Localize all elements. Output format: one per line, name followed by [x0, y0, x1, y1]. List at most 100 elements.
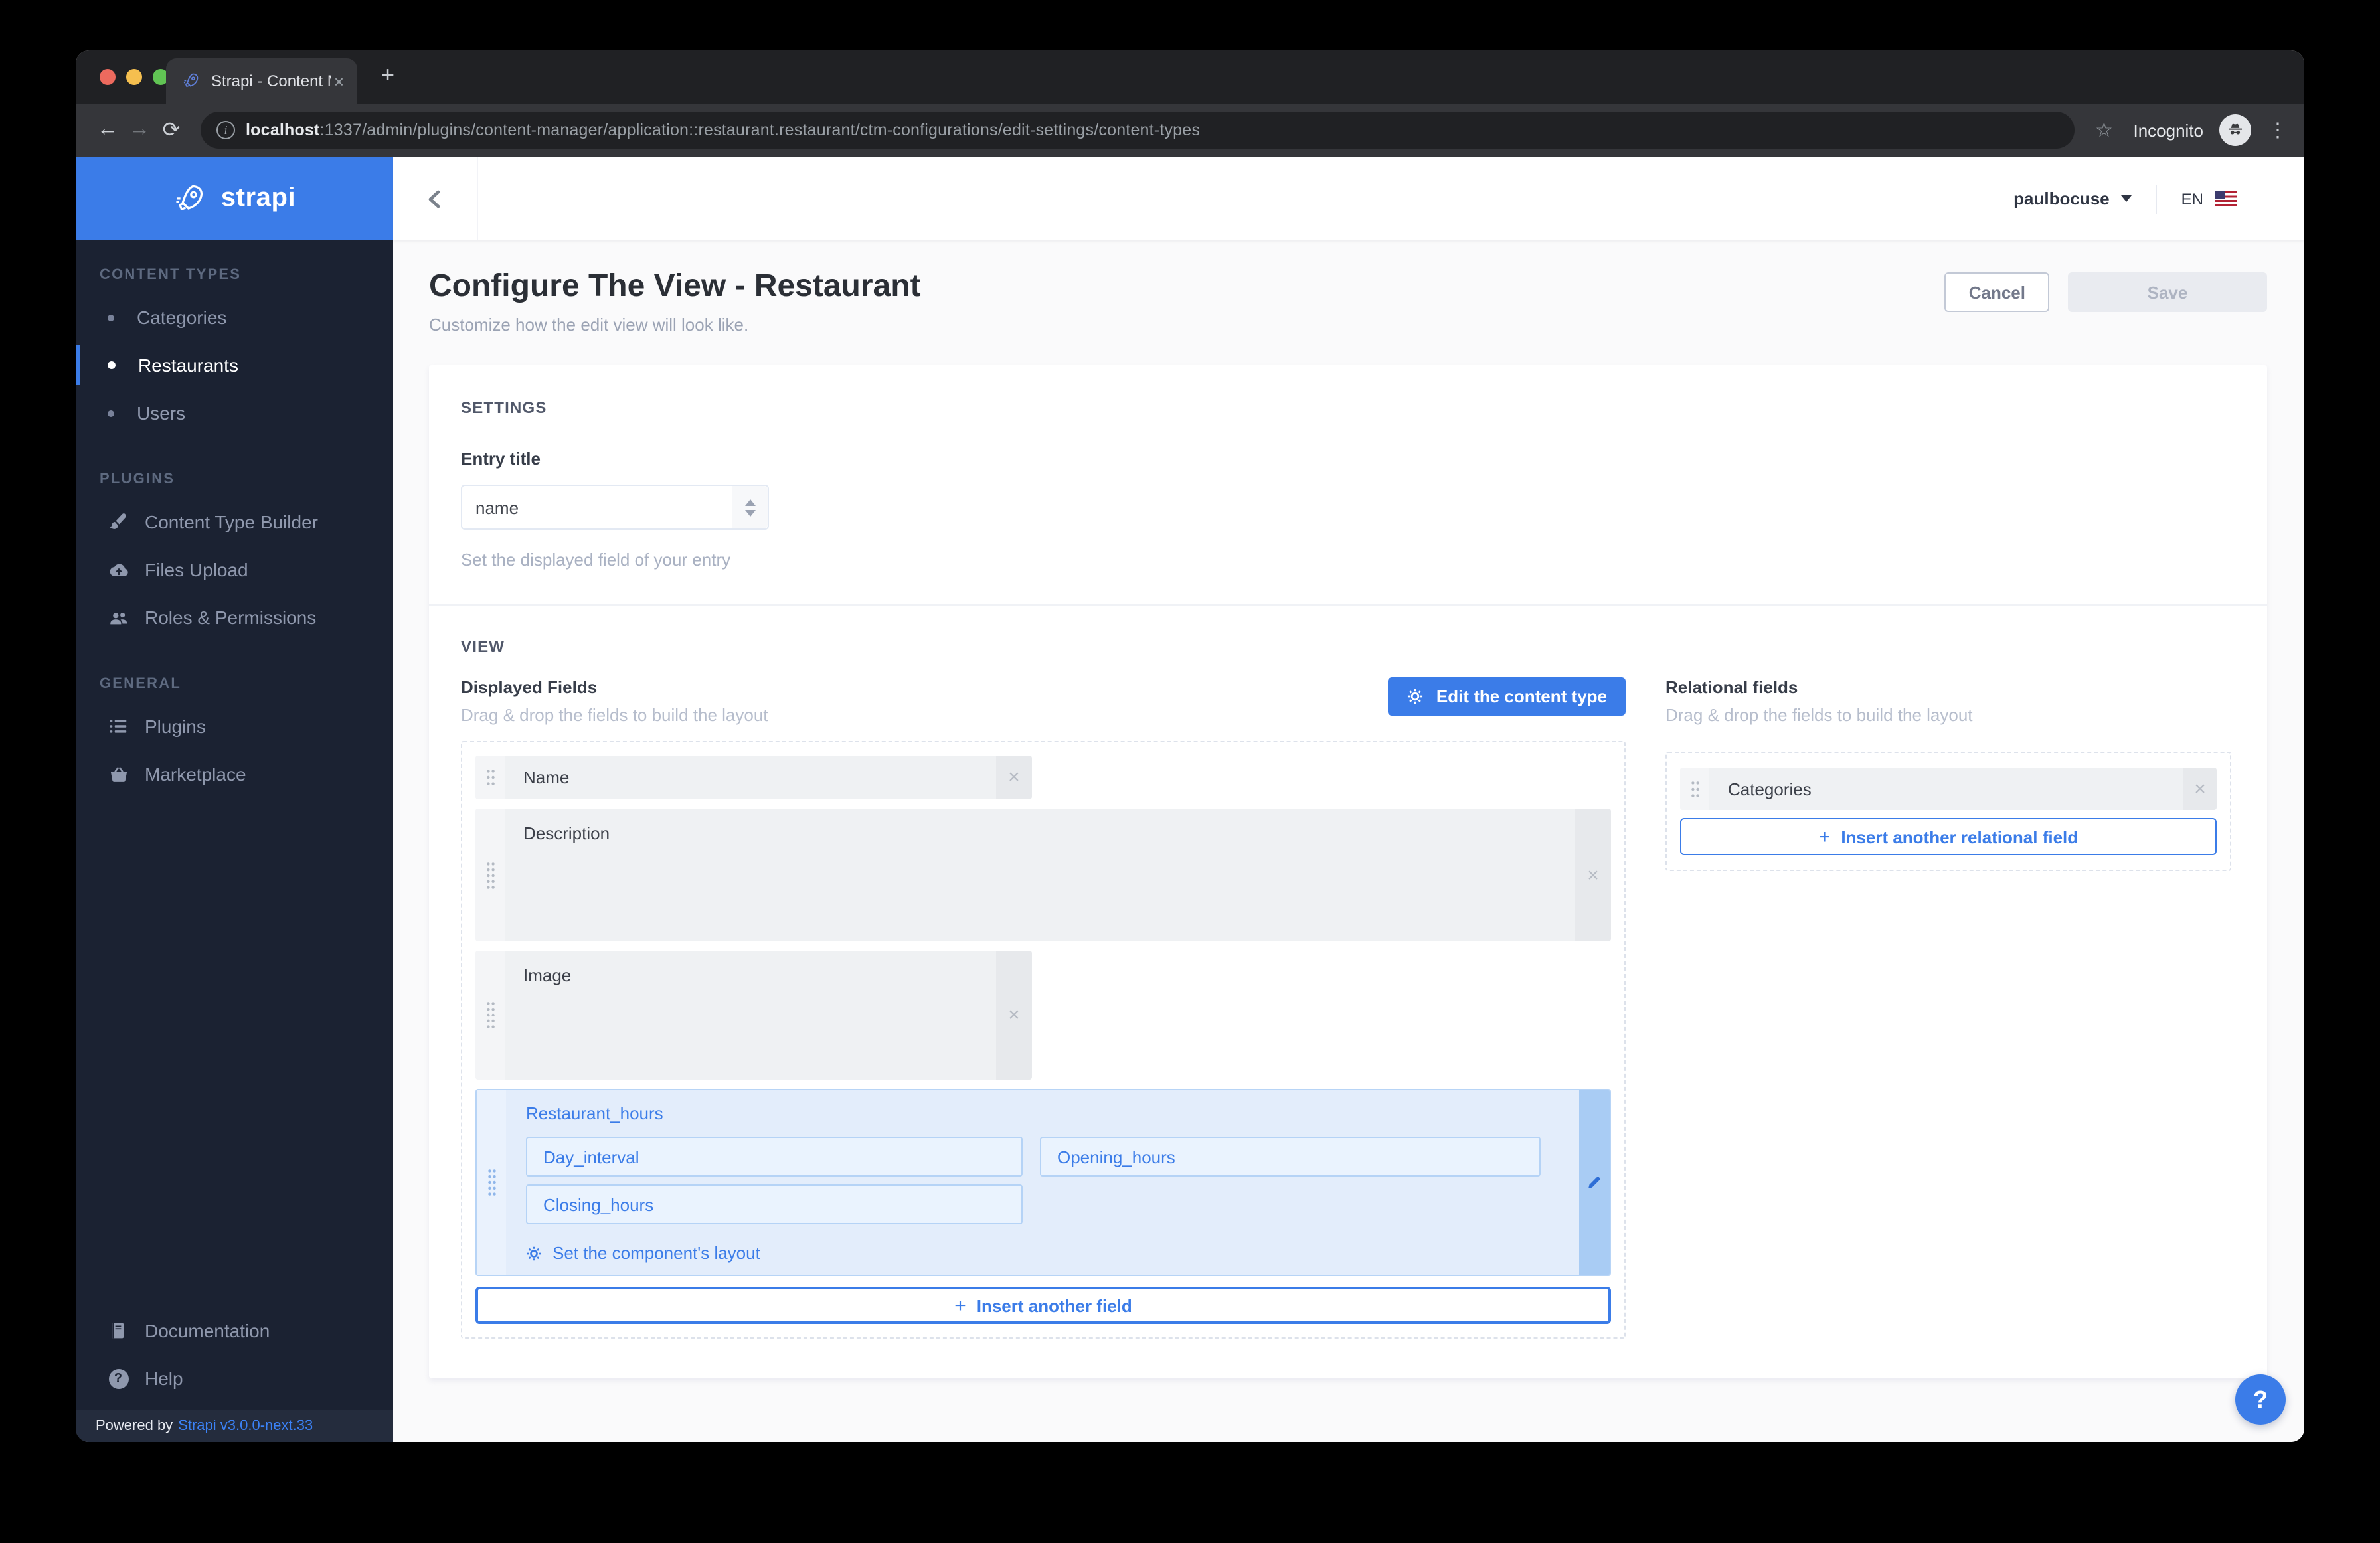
users-icon — [108, 608, 129, 627]
displayed-fields-title: Displayed Fields — [461, 677, 768, 697]
displayed-fields-dropzone: Name × Description — [461, 741, 1626, 1339]
section-content-types: CONTENT TYPES Categories Restaurants Use… — [76, 267, 393, 437]
sidebar-nav: CONTENT TYPES Categories Restaurants Use… — [76, 240, 393, 1307]
component-restaurant-hours[interactable]: Restaurant_hours Day_interval Opening_ho… — [475, 1089, 1611, 1276]
sidebar-item-categories[interactable]: Categories — [76, 293, 393, 341]
drag-handle-icon[interactable] — [475, 951, 505, 1080]
browser-window: Strapi - Content Manager × + ← → ⟳ i loc… — [76, 50, 2304, 1442]
sidebar-item-roles-permissions[interactable]: Roles & Permissions — [76, 594, 393, 641]
username[interactable]: paulbocuse — [2013, 189, 2110, 208]
page-info-icon[interactable]: i — [216, 121, 235, 139]
edit-content-type-button[interactable]: Edit the content type — [1389, 677, 1626, 716]
cancel-button[interactable]: Cancel — [1945, 272, 2049, 312]
incognito-icon — [2219, 114, 2251, 146]
field-row-categories[interactable]: Categories × — [1680, 768, 2217, 810]
minimize-window-button[interactable] — [126, 69, 142, 85]
drag-handle-icon[interactable] — [475, 756, 505, 799]
sidebar-item-label: Categories — [137, 307, 226, 328]
section-general: GENERAL Plugins — [76, 676, 393, 798]
list-icon — [108, 717, 129, 736]
question-circle-icon: ? — [108, 1368, 129, 1388]
rocket-icon — [173, 181, 208, 216]
settings-card: SETTINGS Entry title name Set the displa… — [429, 365, 2267, 1378]
browser-menu-icon[interactable]: ⋮ — [2267, 118, 2288, 142]
strapi-logo[interactable]: strapi — [76, 157, 393, 240]
component-title: Restaurant_hours — [526, 1103, 1561, 1123]
sidebar-item-users[interactable]: Users — [76, 389, 393, 437]
remove-field-icon[interactable]: × — [996, 756, 1032, 799]
displayed-fields-column: Displayed Fields Drag & drop the fields … — [461, 677, 1626, 1339]
settings-heading: SETTINGS — [461, 398, 2235, 417]
tab-close-icon[interactable]: × — [331, 71, 347, 91]
strapi-favicon-icon — [182, 72, 201, 90]
sidebar-item-help[interactable]: ? Help — [76, 1354, 393, 1402]
paintbrush-icon — [108, 513, 129, 531]
bookmark-star-icon[interactable]: ☆ — [2088, 118, 2120, 142]
sidebar-item-files-upload[interactable]: Files Upload — [76, 546, 393, 594]
edit-component-button[interactable] — [1579, 1090, 1610, 1275]
section-plugins: PLUGINS Content Type Builder — [76, 471, 393, 641]
back-button[interactable] — [393, 157, 478, 240]
bullet-icon — [108, 314, 114, 321]
page-actions: Cancel Save — [1945, 272, 2267, 312]
section-title: PLUGINS — [100, 471, 393, 487]
insert-another-field-button[interactable]: + Insert another field — [475, 1287, 1611, 1324]
save-button[interactable]: Save — [2068, 272, 2267, 312]
help-fab-button[interactable]: ? — [2235, 1374, 2286, 1425]
chevron-down-icon[interactable] — [2122, 195, 2132, 202]
app-header: paulbocuse EN — [393, 157, 2304, 240]
remove-field-icon[interactable]: × — [2183, 768, 2217, 810]
strapi-version-link[interactable]: Strapi v3.0.0-next.33 — [178, 1418, 313, 1434]
address-bar[interactable]: i localhost:1337/admin/plugins/content-m… — [201, 112, 2075, 149]
field-row-image[interactable]: Image × — [475, 951, 1032, 1080]
screen: Strapi - Content Manager × + ← → ⟳ i loc… — [0, 0, 2380, 1543]
entry-title-label: Entry title — [461, 449, 2235, 469]
field-row-description[interactable]: Description × — [475, 809, 1611, 941]
browser-tab[interactable]: Strapi - Content Manager × — [166, 58, 357, 104]
field-label: Categories — [1709, 768, 2183, 810]
locale-label[interactable]: EN — [2181, 189, 2203, 208]
sidebar-item-content-type-builder[interactable]: Content Type Builder — [76, 498, 393, 546]
field-row-name[interactable]: Name × — [475, 756, 1032, 799]
component-layout-link[interactable]: Set the component's layout — [526, 1243, 1561, 1263]
sidebar: strapi CONTENT TYPES Categories Restaura… — [76, 157, 393, 1442]
displayed-fields-header: Displayed Fields Drag & drop the fields … — [461, 677, 1626, 725]
tab-strip: Strapi - Content Manager × + — [76, 50, 2304, 104]
remove-field-icon[interactable]: × — [996, 951, 1032, 1080]
entry-title-select[interactable]: name — [461, 485, 769, 530]
subfield-day-interval[interactable]: Day_interval — [526, 1137, 1023, 1177]
incognito-label: Incognito — [2133, 120, 2203, 140]
sidebar-item-restaurants[interactable]: Restaurants — [76, 341, 393, 389]
reload-icon[interactable]: ⟳ — [155, 117, 187, 143]
sidebar-item-label: Restaurants — [138, 355, 238, 376]
relational-fields-dropzone: Categories × + Insert another relational… — [1665, 752, 2231, 871]
displayed-fields-titles: Displayed Fields Drag & drop the fields … — [461, 677, 768, 725]
forward-icon[interactable]: → — [124, 118, 155, 142]
plus-icon: + — [1819, 825, 1831, 848]
subfield-closing-hours[interactable]: Closing_hours — [526, 1184, 1023, 1224]
new-tab-button[interactable]: + — [373, 62, 402, 89]
back-icon[interactable]: ← — [92, 118, 124, 142]
subfield-opening-hours[interactable]: Opening_hours — [1040, 1137, 1541, 1177]
title-row: Configure The View - Restaurant Customiz… — [429, 268, 2267, 335]
view-heading: VIEW — [461, 637, 2235, 656]
insert-relational-field-button[interactable]: + Insert another relational field — [1680, 818, 2217, 855]
chevron-left-icon — [424, 188, 446, 209]
sidebar-item-marketplace[interactable]: Marketplace — [76, 750, 393, 798]
user-zone: paulbocuse EN — [2013, 184, 2304, 213]
sidebar-item-label: Help — [145, 1368, 183, 1389]
sidebar-item-plugins[interactable]: Plugins — [76, 702, 393, 750]
sidebar-item-documentation[interactable]: Documentation — [76, 1307, 393, 1354]
drag-handle-icon[interactable] — [477, 1090, 506, 1275]
close-window-button[interactable] — [100, 69, 116, 85]
gear-icon — [1407, 688, 1424, 705]
drag-handle-icon[interactable] — [1680, 768, 1709, 810]
edit-content-type-label: Edit the content type — [1436, 687, 1607, 706]
drag-handle-icon[interactable] — [475, 809, 505, 941]
select-stepper-icon[interactable] — [732, 486, 768, 528]
remove-field-icon[interactable]: × — [1575, 809, 1611, 941]
section-title: GENERAL — [100, 676, 393, 692]
us-flag-icon[interactable] — [2215, 191, 2237, 206]
sidebar-item-label: Files Upload — [145, 559, 248, 580]
divider — [429, 604, 2267, 606]
